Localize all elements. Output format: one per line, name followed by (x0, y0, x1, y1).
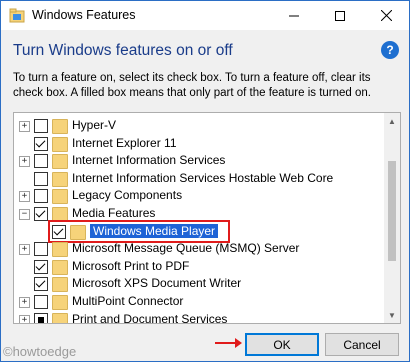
help-icon[interactable]: ? (381, 41, 399, 59)
feature-checkbox[interactable] (34, 154, 48, 169)
expand-icon[interactable]: + (19, 121, 30, 132)
close-icon (380, 10, 392, 21)
scroll-up-icon[interactable]: ▲ (384, 113, 400, 129)
feature-row[interactable]: Microsoft XPS Document Writer (14, 275, 382, 293)
feature-row[interactable]: + Microsoft Message Queue (MSMQ) Server (14, 240, 382, 258)
windows-features-app-icon (9, 8, 25, 23)
instructions-text: To turn a feature on, select its check b… (13, 72, 371, 99)
maximize-button[interactable] (317, 1, 363, 30)
close-button[interactable] (363, 1, 409, 30)
vertical-scrollbar[interactable]: ▲ ▼ (384, 113, 400, 323)
folder-icon (52, 242, 68, 258)
feature-label[interactable]: Microsoft Print to PDF (72, 259, 189, 273)
annotation-arrow-icon (215, 338, 242, 348)
feature-row[interactable]: Internet Information Services Hostable W… (14, 170, 382, 188)
feature-checkbox[interactable] (34, 312, 48, 323)
features-tree[interactable]: + Hyper-V Internet Explorer 11 + Internet In… (13, 112, 401, 324)
watermark: ©howtoedge (3, 344, 77, 359)
page-title: Turn Windows features on or off (13, 42, 233, 59)
folder-icon (52, 189, 68, 205)
feature-row[interactable]: Internet Explorer 11 (14, 135, 382, 153)
minimize-button[interactable] (271, 1, 317, 30)
feature-label[interactable]: Internet Information Services Hostable W… (72, 171, 333, 185)
feature-label[interactable]: MultiPoint Connector (72, 294, 183, 308)
folder-icon (52, 295, 68, 310)
feature-label[interactable]: Hyper-V (72, 118, 116, 132)
collapse-icon[interactable]: − (19, 209, 30, 220)
feature-checkbox[interactable] (34, 207, 48, 221)
feature-row[interactable]: + Legacy Components (14, 187, 382, 205)
feature-checkbox[interactable] (34, 119, 48, 133)
folder-icon (52, 171, 68, 187)
folder-icon (52, 119, 68, 134)
expand-icon[interactable]: + (19, 244, 30, 256)
cancel-button[interactable]: Cancel (325, 333, 399, 356)
feature-checkbox[interactable] (34, 171, 48, 186)
feature-label[interactable]: Print and Document Services (72, 312, 227, 323)
folder-icon (52, 312, 68, 323)
windows-features-dialog: Windows Features Turn Windows features o… (0, 0, 410, 362)
feature-checkbox[interactable] (34, 259, 48, 274)
feature-label[interactable]: Microsoft Message Queue (MSMQ) Server (72, 241, 299, 255)
feature-checkbox[interactable] (34, 295, 48, 309)
folder-icon (52, 277, 68, 293)
minimize-icon (289, 15, 299, 16)
feature-checkbox[interactable] (34, 189, 48, 204)
feature-label[interactable]: Media Features (72, 206, 155, 220)
feature-label[interactable]: Internet Explorer 11 (72, 136, 177, 150)
ok-button[interactable]: OK (245, 333, 319, 356)
feature-checkbox[interactable] (34, 136, 48, 151)
feature-row[interactable]: Windows Media Player (14, 219, 382, 243)
expand-icon[interactable]: + (19, 191, 30, 203)
scrollbar-thumb[interactable] (388, 161, 396, 261)
window-title: Windows Features (32, 8, 136, 22)
title-bar[interactable]: Windows Features (1, 1, 409, 30)
maximize-icon (335, 10, 345, 21)
feature-row[interactable]: Microsoft Print to PDF (14, 258, 382, 276)
feature-label[interactable]: Microsoft XPS Document Writer (72, 276, 241, 290)
folder-icon (52, 154, 68, 170)
folder-icon (52, 136, 68, 152)
feature-checkbox[interactable] (34, 277, 48, 292)
expand-icon[interactable]: + (19, 314, 30, 323)
feature-label[interactable]: Internet Information Services (72, 153, 225, 167)
folder-icon (52, 259, 68, 275)
feature-row[interactable]: + MultiPoint Connector (14, 293, 382, 311)
scroll-down-icon[interactable]: ▼ (384, 307, 400, 323)
annotation-highlight-box (48, 219, 230, 243)
feature-row[interactable]: + Hyper-V (14, 117, 382, 135)
feature-row[interactable]: + Print and Document Services (14, 311, 382, 323)
feature-row[interactable]: + Internet Information Services (14, 152, 382, 170)
feature-checkbox[interactable] (34, 242, 48, 257)
expand-icon[interactable]: + (19, 156, 30, 168)
expand-icon[interactable]: + (19, 297, 30, 308)
feature-label[interactable]: Legacy Components (72, 188, 182, 202)
